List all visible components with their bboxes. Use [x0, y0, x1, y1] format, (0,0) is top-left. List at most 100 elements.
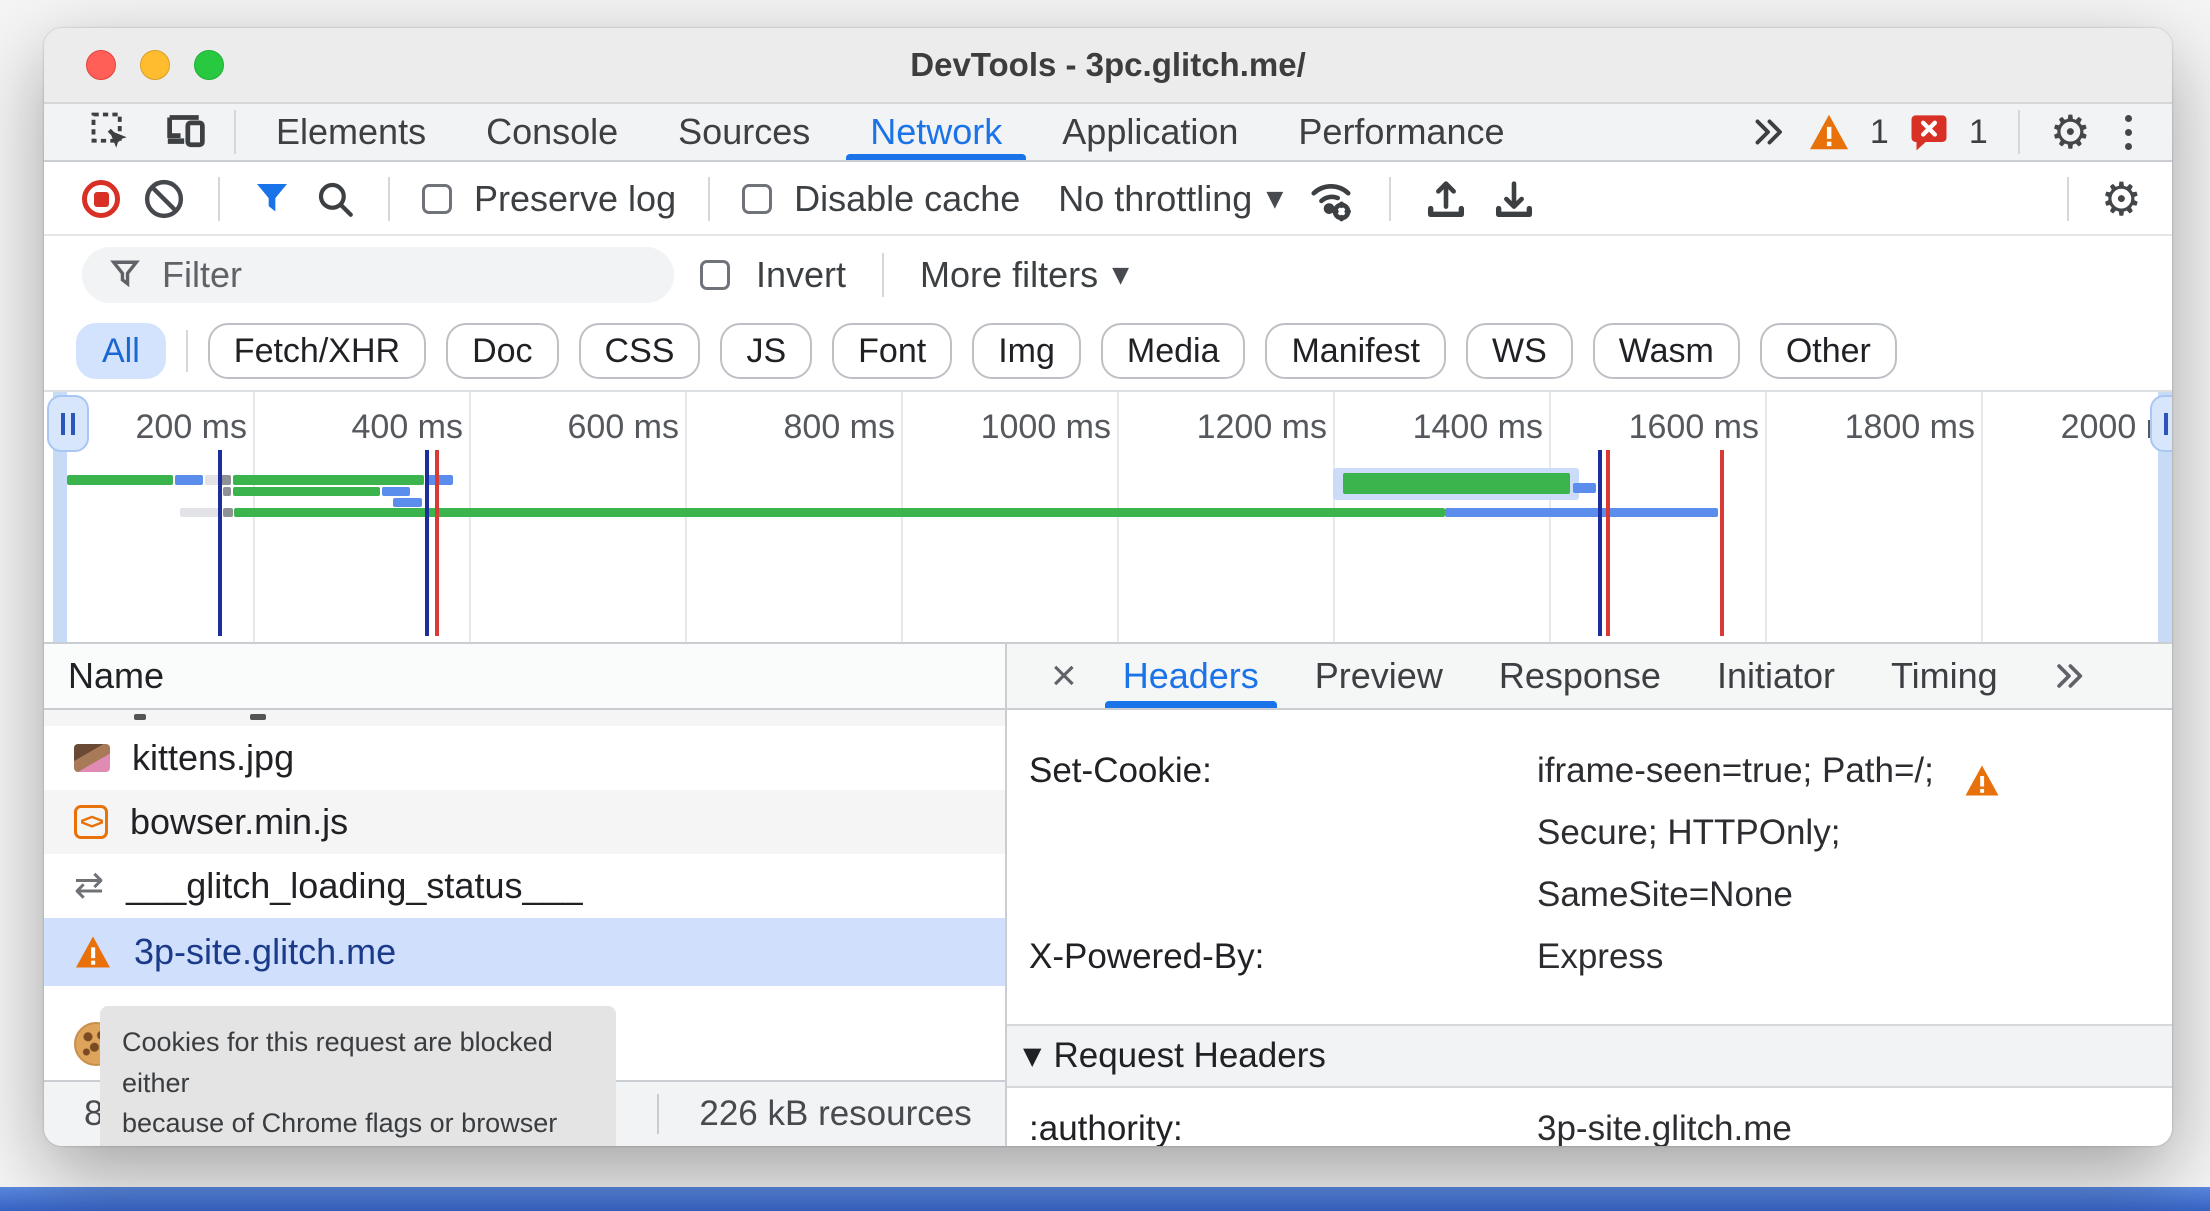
inspect-element-icon[interactable] — [74, 104, 148, 160]
filter-chip-doc[interactable]: Doc — [446, 323, 559, 379]
script-icon: <> — [74, 805, 108, 839]
image-thumbnail-icon — [74, 744, 110, 772]
toggle-device-toolbar-icon[interactable] — [148, 104, 224, 160]
filter-chip-all[interactable]: All — [76, 323, 166, 379]
waterfall-bar[interactable] — [1445, 508, 1718, 517]
filter-chip-manifest[interactable]: Manifest — [1265, 323, 1446, 379]
timeline-tick-label: 400 ms — [351, 408, 464, 446]
waterfall-bar[interactable] — [175, 475, 203, 485]
close-window-button[interactable] — [86, 50, 116, 80]
waterfall-bar[interactable] — [426, 475, 453, 485]
request-rows: kittens.jpg <> bowser.min.js ⇄ ___glitch_loa… — [44, 726, 1005, 986]
more-detail-tabs-icon[interactable] — [2050, 659, 2088, 693]
header-entry-x-powered-by: X-Powered-By: Express — [1007, 926, 2172, 988]
selected-request-bar[interactable] — [1573, 483, 1596, 493]
detail-tab-initiator[interactable]: Initiator — [1689, 644, 1863, 708]
desktop-wallpaper-strip — [0, 1187, 2210, 1211]
domcontentloaded-line — [218, 450, 222, 636]
filter-chip-ws[interactable]: WS — [1465, 323, 1573, 379]
chevron-down-icon: ▼ — [1266, 186, 1284, 212]
request-name: bowser.min.js — [130, 801, 349, 842]
preserve-log-checkbox[interactable] — [422, 184, 452, 214]
tab-network[interactable]: Network — [840, 104, 1032, 160]
request-row-3p-site-glitch-me[interactable]: 3p-site.glitch.me — [44, 918, 1005, 986]
invert-checkbox[interactable] — [700, 260, 730, 290]
disable-cache-checkbox[interactable] — [742, 184, 773, 214]
search-icon[interactable] — [314, 178, 356, 220]
console-error-icon[interactable] — [1909, 112, 1949, 152]
filter-row-divider — [882, 253, 885, 297]
filter-chip-img[interactable]: Img — [972, 323, 1081, 379]
export-har-icon[interactable] — [1491, 176, 1537, 222]
settings-gear-icon[interactable]: ⚙ — [2050, 109, 2091, 155]
scrolled-row-sliver — [44, 710, 1005, 726]
zoom-window-button[interactable] — [194, 50, 224, 80]
filter-chip-css[interactable]: CSS — [578, 323, 701, 379]
invert-label[interactable]: Invert — [756, 254, 846, 296]
blocked-cookie-warning-icon[interactable] — [1964, 755, 2000, 795]
network-conditions-icon[interactable] — [1305, 176, 1357, 222]
header-entry-set-cookie: Set-Cookie: iframe-seen=true; Path=/; Secu… — [1007, 740, 2172, 926]
waterfall-bar[interactable] — [233, 487, 380, 496]
filter-chip-js[interactable]: JS — [720, 323, 813, 379]
tab-console[interactable]: Console — [456, 104, 648, 160]
tab-application[interactable]: Application — [1032, 104, 1268, 160]
customize-menu-icon[interactable] — [2125, 114, 2132, 150]
resource-type-chips: All Fetch/XHR Doc CSS JS Font Img Media Manifest… — [44, 312, 2172, 392]
filter-chip-wasm[interactable]: Wasm — [1592, 323, 1740, 379]
import-har-icon[interactable] — [1423, 176, 1469, 222]
filter-chip-font[interactable]: Font — [832, 323, 953, 379]
request-row-kittens-jpg[interactable]: kittens.jpg — [44, 726, 1005, 790]
filter-chip-fetch-xhr[interactable]: Fetch/XHR — [207, 323, 427, 379]
overview-left-handle[interactable] — [47, 395, 89, 452]
tab-sources[interactable]: Sources — [648, 104, 840, 160]
clear-network-log-icon[interactable] — [142, 177, 186, 221]
waterfall-bar[interactable] — [382, 487, 410, 496]
tab-elements[interactable]: Elements — [246, 104, 456, 160]
detail-tab-headers[interactable]: Headers — [1095, 644, 1287, 708]
close-details-icon[interactable]: × — [1033, 644, 1095, 708]
tab-performance[interactable]: Performance — [1268, 104, 1534, 160]
waterfall-bar[interactable] — [223, 508, 233, 517]
filter-input[interactable]: Filter — [82, 247, 674, 303]
window-titlebar: DevTools - 3pc.glitch.me/ — [44, 28, 2172, 104]
header-entry-authority: :authority: 3p-site.glitch.me — [1007, 1098, 2172, 1146]
more-filters-dropdown[interactable]: More filters ▼ — [920, 254, 1129, 296]
tooltip-line: because of Chrome flags or browser — [122, 1108, 558, 1138]
name-header-label: Name — [68, 655, 165, 696]
request-row-glitch-loading-status[interactable]: ⇄ ___glitch_loading_status___ — [44, 854, 1005, 918]
request-name: kittens.jpg — [132, 737, 295, 778]
load-event-line — [1606, 450, 1610, 636]
overview-right-handle[interactable] — [2150, 395, 2172, 452]
timeline-tick-label: 1800 ms — [1844, 408, 1975, 446]
selected-request-bar[interactable] — [1343, 473, 1570, 494]
waterfall-bar[interactable] — [180, 508, 222, 517]
disable-cache-label[interactable]: Disable cache — [794, 178, 1020, 220]
throttling-select[interactable]: No throttling ▼ — [1058, 178, 1283, 220]
name-column-header[interactable]: Name — [44, 644, 1005, 710]
network-settings-gear-icon[interactable]: ⚙ — [2101, 176, 2142, 222]
record-network-log-icon[interactable] — [82, 180, 120, 218]
toolbar-divider — [2066, 177, 2069, 221]
waterfall-bar[interactable] — [233, 475, 424, 485]
minimize-window-button[interactable] — [140, 50, 170, 80]
detail-tab-preview[interactable]: Preview — [1287, 644, 1471, 708]
more-tabs-icon[interactable] — [1748, 114, 1788, 150]
preserve-log-label[interactable]: Preserve log — [474, 178, 676, 220]
waterfall-bar[interactable] — [393, 498, 422, 507]
waterfall-bar[interactable] — [223, 487, 231, 496]
timeline-tick-label: 1200 ms — [1196, 408, 1327, 446]
issues-warning-icon[interactable] — [1808, 113, 1850, 151]
toolbar-divider — [388, 177, 390, 221]
request-headers-section[interactable]: ▼ Request Headers — [1007, 1024, 2172, 1088]
detail-tab-response[interactable]: Response — [1471, 644, 1689, 708]
request-row-bowser-min-js[interactable]: <> bowser.min.js — [44, 790, 1005, 854]
network-overview[interactable]: 200 ms 400 ms 600 ms 800 ms 1000 ms 1200 ms 14… — [44, 392, 2172, 644]
filter-toggle-icon[interactable] — [252, 179, 292, 219]
detail-tab-timing[interactable]: Timing — [1863, 644, 2026, 708]
waterfall-bar[interactable] — [234, 508, 1445, 517]
waterfall-bar[interactable] — [67, 475, 173, 485]
throttling-value: No throttling — [1058, 178, 1253, 219]
filter-chip-other[interactable]: Other — [1759, 323, 1897, 379]
filter-chip-media[interactable]: Media — [1100, 323, 1246, 379]
